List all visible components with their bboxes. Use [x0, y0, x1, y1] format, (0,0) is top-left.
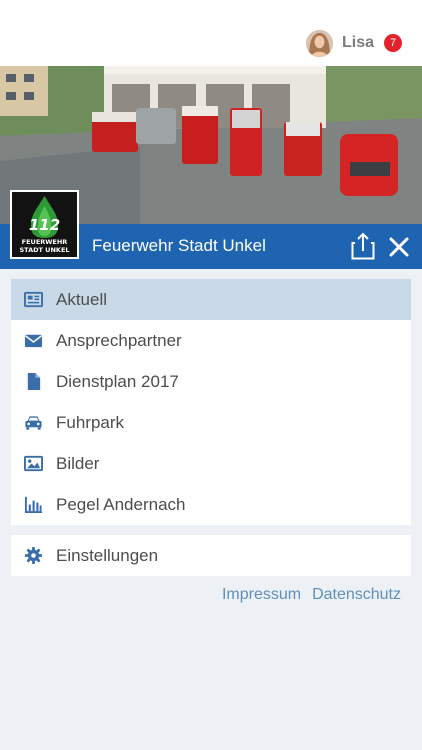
menu-label: Bilder — [56, 453, 100, 473]
organization-logo: 112 FEUERWEHR STADT UNKEL — [10, 190, 79, 259]
bar-chart-icon — [24, 496, 43, 514]
close-icon[interactable] — [388, 236, 410, 258]
navigation-menu: Aktuell Ansprechpartner Dienstplan 2017 … — [11, 279, 411, 525]
menu-item-einstellungen[interactable]: Einstellungen — [11, 535, 411, 576]
menu-label: Fuhrpark — [56, 412, 125, 432]
envelope-icon — [24, 334, 43, 348]
document-icon — [27, 372, 41, 391]
menu-label: Ansprechpartner — [56, 330, 182, 350]
menu-item-pegel[interactable]: Pegel Andernach — [11, 484, 411, 525]
menu-label: Pegel Andernach — [56, 494, 186, 514]
share-icon[interactable] — [351, 232, 375, 260]
logo-line-1: FEUERWEHR — [21, 238, 68, 246]
user-name[interactable]: Lisa — [342, 34, 374, 52]
menu-label: Einstellungen — [56, 545, 159, 565]
menu-item-dienstplan[interactable]: Dienstplan 2017 — [11, 361, 411, 402]
impressum-link[interactable]: Impressum — [222, 586, 301, 604]
organization-title: Feuerwehr Stadt Unkel — [92, 236, 266, 255]
top-bar: Lisa 7 — [0, 0, 422, 66]
logo-number: 112 — [28, 216, 61, 234]
menu-label: Dienstplan 2017 — [56, 371, 179, 391]
gear-icon — [24, 546, 43, 565]
avatar[interactable] — [305, 29, 333, 57]
menu-item-bilder[interactable]: Bilder — [11, 443, 411, 484]
menu-item-fuhrpark[interactable]: Fuhrpark — [11, 402, 411, 443]
footer-links: Impressum Datenschutz — [222, 586, 401, 604]
image-icon — [24, 455, 43, 472]
menu-item-ansprechpartner[interactable]: Ansprechpartner — [11, 320, 411, 361]
notification-badge[interactable]: 7 — [384, 34, 402, 52]
menu-label: Aktuell — [56, 289, 108, 309]
newspaper-icon — [24, 291, 43, 308]
logo-line-2: STADT UNKEL — [19, 246, 70, 254]
user-profile[interactable]: Lisa 7 — [305, 29, 402, 57]
car-icon — [25, 416, 42, 430]
menu-item-aktuell[interactable]: Aktuell — [11, 279, 411, 320]
datenschutz-link[interactable]: Datenschutz — [312, 586, 401, 604]
